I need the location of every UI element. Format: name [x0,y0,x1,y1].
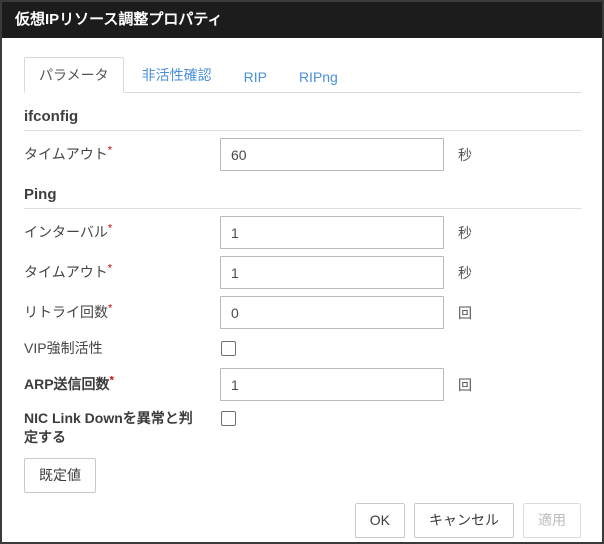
dialog-content: パラメータ 非活性確認 RIP RIPng ifconfig タイムアウト* 秒… [2,38,602,544]
tab-ripng[interactable]: RIPng [285,62,352,92]
virtual-ip-tuning-properties-dialog: 仮想IPリソース調整プロパティ パラメータ 非活性確認 RIP RIPng if… [0,0,604,544]
ping-timeout-unit: 秒 [458,263,472,283]
apply-button[interactable]: 適用 [523,503,581,538]
required-asterisk: * [108,222,112,234]
required-asterisk: * [108,302,112,314]
default-values-button[interactable]: 既定値 [24,458,96,493]
row-ping-timeout: タイムアウト* 秒 [24,256,581,289]
arp-send-count-input[interactable] [220,368,444,401]
label-text: ARP送信回数 [24,376,110,392]
ping-interval-input[interactable] [220,216,444,249]
arp-send-count-label: ARP送信回数* [24,375,220,394]
ifconfig-timeout-unit: 秒 [458,145,472,165]
label-text: リトライ回数 [24,304,108,320]
tab-parameter[interactable]: パラメータ [24,57,124,93]
row-ping-retry-count: リトライ回数* 回 [24,296,581,329]
label-text: タイムアウト [24,264,108,280]
vip-forced-activation-label: VIP強制活性 [24,339,220,358]
ping-timeout-input[interactable] [220,256,444,289]
dialog-titlebar: 仮想IPリソース調整プロパティ [2,2,602,38]
ping-interval-unit: 秒 [458,223,472,243]
ping-timeout-label: タイムアウト* [24,263,220,282]
arp-send-count-unit: 回 [458,375,472,395]
required-asterisk: * [108,144,112,156]
row-nic-link-down: NIC Link Downを異常と判定する [24,409,581,447]
label-text: タイムアウト [24,146,108,162]
default-button-row: 既定値 [24,458,581,493]
nic-link-down-checkbox[interactable] [221,411,236,426]
ping-retry-count-input[interactable] [220,296,444,329]
ifconfig-timeout-label: タイムアウト* [24,145,220,164]
label-text: インターバル [24,224,108,240]
section-heading-ping: Ping [24,186,581,209]
nic-link-down-label: NIC Link Downを異常と判定する [24,409,220,447]
ok-button[interactable]: OK [355,503,405,538]
cancel-button[interactable]: キャンセル [414,503,514,538]
row-ping-interval: インターバル* 秒 [24,216,581,249]
row-ifconfig-timeout: タイムアウト* 秒 [24,138,581,171]
row-arp-send-count: ARP送信回数* 回 [24,368,581,401]
ifconfig-timeout-input[interactable] [220,138,444,171]
section-heading-ifconfig: ifconfig [24,108,581,131]
ping-retry-count-label: リトライ回数* [24,303,220,322]
required-asterisk: * [108,262,112,274]
required-asterisk: * [110,374,114,386]
row-vip-forced-activation: VIP強制活性 [24,339,581,358]
ping-interval-label: インターバル* [24,223,220,242]
ping-retry-count-unit: 回 [458,303,472,323]
vip-forced-activation-checkbox[interactable] [221,341,236,356]
dialog-footer: OK キャンセル 適用 [24,493,581,538]
tab-bar: パラメータ 非活性確認 RIP RIPng [24,57,581,93]
tab-deactivation-check[interactable]: 非活性確認 [128,58,226,92]
tab-rip[interactable]: RIP [230,62,281,92]
